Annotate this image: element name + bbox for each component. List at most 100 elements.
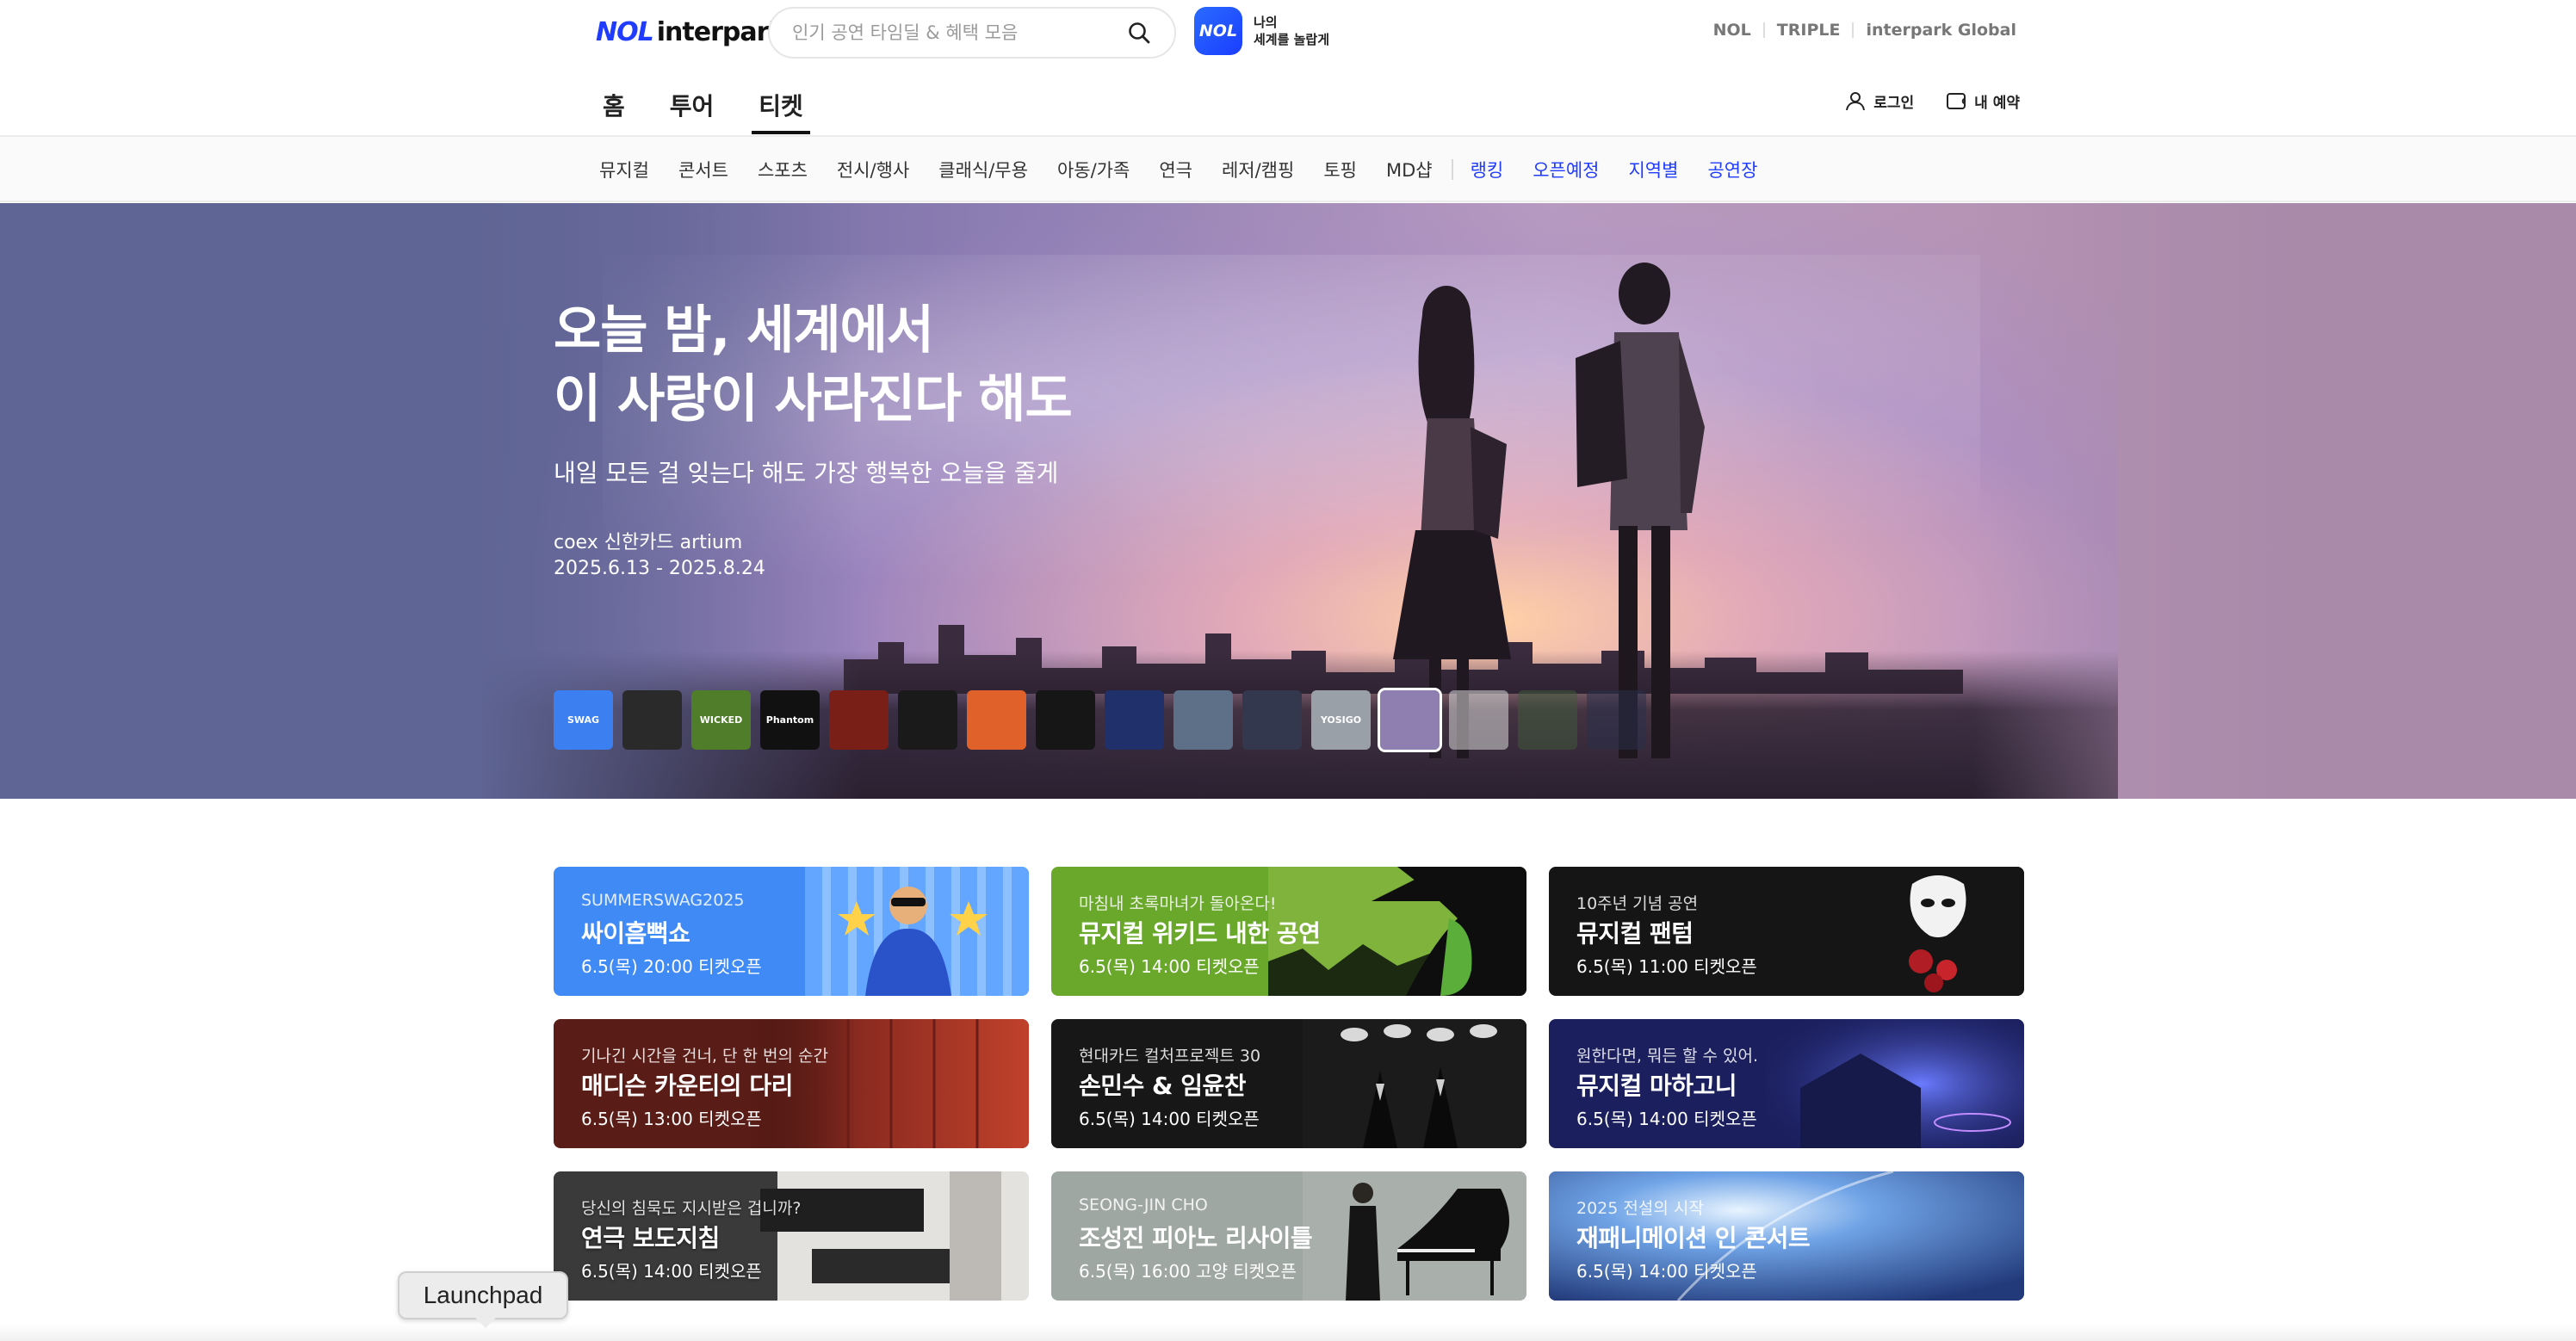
main-nav: 홈 투어 티켓 [596,79,810,134]
dock-edge [0,1324,2576,1341]
hero-title-line2: 이 사랑이 사라진다 해도 [554,369,1073,429]
hero-thumbnail-red-poster[interactable] [829,690,889,750]
promo-card[interactable]: 당신의 침묵도 지시받은 겁니까? 연극 보도지침 6.5(목) 14:00 티… [554,1171,1029,1301]
promo-kicker: 현대카드 컬처프로젝트 30 [1079,1047,1261,1066]
promo-card[interactable]: SUMMERSWAG2025 싸이흠뻑쇼 6.5(목) 20:00 티켓오픈 [554,867,1029,996]
promo-card[interactable]: 현대카드 컬처프로젝트 30 손민수 & 임윤찬 6.5(목) 14:00 티켓… [1051,1019,1526,1148]
divider [1762,22,1765,38]
promo-kicker: 당신의 침묵도 지시받은 겁니까? [581,1199,802,1218]
category-play[interactable]: 연극 [1159,157,1192,182]
hero-title: 오늘 밤, 세계에서 이 사랑이 사라진다 해도 [554,296,1073,434]
nol-app-badge[interactable]: NOL [1194,7,1242,55]
nol-slogan-line2: 세계를 놀랍게 [1254,32,1330,47]
hero-thumbnail-dark-crowd[interactable] [1036,690,1095,750]
hero-thumbnail-white-poster[interactable] [1449,690,1508,750]
promo-open-time: 6.5(목) 16:00 고양 티켓오픈 [1079,1261,1297,1282]
tab-home[interactable]: 홈 [596,79,632,134]
hero-thumbnail-blue-stage[interactable] [1105,690,1164,750]
hero-thumbnail-musical-bw[interactable] [622,690,682,750]
hero-thumbnail-palace-night[interactable] [1587,690,1646,750]
launchpad-tooltip: Launchpad [398,1271,568,1328]
promo-title: 뮤지컬 위키드 내한 공연 [1079,919,1321,948]
user-icon [1846,92,1866,111]
hero-thumbnail-orange-poster[interactable] [967,690,1026,750]
search-icon[interactable] [1126,20,1152,46]
link-nol[interactable]: NOL [1713,21,1751,40]
category-musical[interactable]: 뮤지컬 [599,157,649,182]
promo-art-piano-duo [1303,1019,1526,1148]
hero-thumbnail-couple-sunset[interactable] [1378,688,1442,752]
category-kids[interactable]: 아동/가족 [1057,157,1130,182]
promo-card[interactable]: 마침내 초록마녀가 돌아온다! 뮤지컬 위키드 내한 공연 6.5(목) 14:… [1051,867,1526,996]
interpark-logo[interactable]: NOL interpark [596,17,786,47]
promo-open-time: 6.5(목) 14:00 티켓오픈 [1576,1261,1757,1282]
promo-card[interactable]: 원한다면, 뭐든 할 수 있어. 뮤지컬 마하고니 6.5(목) 14:00 티… [1549,1019,2024,1148]
category-open-soon[interactable]: 오픈예정 [1533,157,1599,182]
promo-card[interactable]: 기나긴 시간을 건너, 단 한 번의 순간 매디슨 카운티의 다리 6.5(목)… [554,1019,1029,1148]
logo-nol: NOL [596,17,654,47]
promo-title: 손민수 & 임윤찬 [1079,1072,1246,1100]
hero-thumbnail-dark-hands[interactable] [898,690,957,750]
promo-open-time: 6.5(목) 14:00 티켓오픈 [1079,1109,1260,1129]
promo-art-psy [805,867,1029,996]
promo-card[interactable]: 2025 전설의 시작 재패니메이션 인 콘서트 6.5(목) 14:00 티켓… [1549,1171,2024,1301]
category-concert[interactable]: 콘서트 [678,157,728,182]
hero-venue: coex 신한카드 artium [554,532,743,553]
category-leisure[interactable]: 레저/캠핑 [1222,157,1294,182]
nol-slogan-line1: 나의 [1254,15,1278,30]
promo-open-time: 6.5(목) 14:00 티켓오픈 [581,1261,762,1282]
promo-title: 연극 보도지침 [581,1224,720,1252]
promo-grid: SUMMERSWAG2025 싸이흠뻑쇼 6.5(목) 20:00 티켓오픈 마… [554,867,2024,1301]
category-divider [1451,159,1453,180]
hero-thumbnail-summer-swag[interactable]: SWAG [554,690,613,750]
promo-open-time: 6.5(목) 20:00 티켓오픈 [581,956,762,977]
hero-dates: 2025.6.13 - 2025.8.24 [554,558,765,579]
my-reservation-label: 내 예약 [1974,94,2020,112]
promo-art-mahagonny [1766,1019,2024,1148]
link-interpark-global[interactable]: interpark Global [1866,21,2016,40]
promo-card[interactable]: SEONG-JIN CHO 조성진 피아노 리사이틀 6.5(목) 16:00 … [1051,1171,1526,1301]
promo-kicker: 기나긴 시간을 건너, 단 한 번의 순간 [581,1047,828,1066]
tab-tour[interactable]: 투어 [663,79,721,134]
hero-thumbnail-strip: SWAG WICKED Phantom YOSIGO [554,688,1646,752]
hero-thumbnail-yosigo[interactable]: YOSIGO [1311,690,1371,750]
category-exhibition[interactable]: 전시/행사 [837,157,909,182]
ticket-icon [1947,93,1966,109]
category-nav: 뮤지컬 콘서트 스포츠 전시/행사 클래식/무용 아동/가족 연극 레저/캠핑 … [0,137,2576,202]
category-region[interactable]: 지역별 [1628,157,1678,182]
promo-card[interactable]: 10주년 기념 공연 뮤지컬 팬텀 6.5(목) 11:00 티켓오픈 [1549,867,2024,996]
my-reservation-button[interactable]: 내 예약 [1945,90,2020,112]
nol-slogan: 나의 세계를 놀랍게 [1254,14,1329,48]
hero-banner[interactable]: 오늘 밤, 세계에서 이 사랑이 사라진다 해도 내일 모든 걸 잊는다 해도 … [0,203,2576,799]
hero-thumbnail-green-forest[interactable] [1518,690,1577,750]
promo-open-time: 6.5(목) 13:00 티켓오픈 [581,1109,762,1129]
promo-open-time: 6.5(목) 11:00 티켓오픈 [1576,956,1757,977]
hero-thumbnail-men-photo[interactable] [1173,690,1233,750]
promo-kicker: 원한다면, 뭐든 할 수 있어. [1576,1047,1759,1066]
category-sports[interactable]: 스포츠 [758,157,808,182]
hero-thumbnail-wicked[interactable]: WICKED [691,690,751,750]
promo-title: 매디슨 카운티의 다리 [581,1072,793,1100]
search-input[interactable] [792,22,1126,43]
link-triple[interactable]: TRIPLE [1777,21,1841,40]
category-md-shop[interactable]: MD샵 [1386,157,1433,182]
promo-kicker: 2025 전설의 시작 [1576,1199,1704,1218]
promo-title: 뮤지컬 마하고니 [1576,1072,1737,1100]
hero-fade-right [1973,203,2576,799]
tab-ticket[interactable]: 티켓 [752,79,810,134]
logo-interpark: interpark [656,17,786,47]
hero-thumbnail-band-photo[interactable] [1242,690,1302,750]
category-classic[interactable]: 클래식/무용 [938,157,1028,182]
login-label: 로그인 [1873,94,1915,112]
promo-art-phantom [1852,867,2024,996]
search-bar[interactable] [768,7,1176,59]
hero-thumbnail-phantom[interactable]: Phantom [760,690,820,750]
category-venue[interactable]: 공연장 [1707,157,1757,182]
category-topping[interactable]: 토핑 [1323,157,1357,182]
promo-art-seongjin-cho [1303,1171,1526,1301]
login-button[interactable]: 로그인 [1844,90,1914,112]
category-ranking[interactable]: 랭킹 [1471,157,1504,182]
promo-kicker: 10주년 기념 공연 [1576,894,1699,913]
promo-title: 조성진 피아노 리사이틀 [1079,1224,1313,1252]
promo-title: 뮤지컬 팬텀 [1576,919,1694,948]
